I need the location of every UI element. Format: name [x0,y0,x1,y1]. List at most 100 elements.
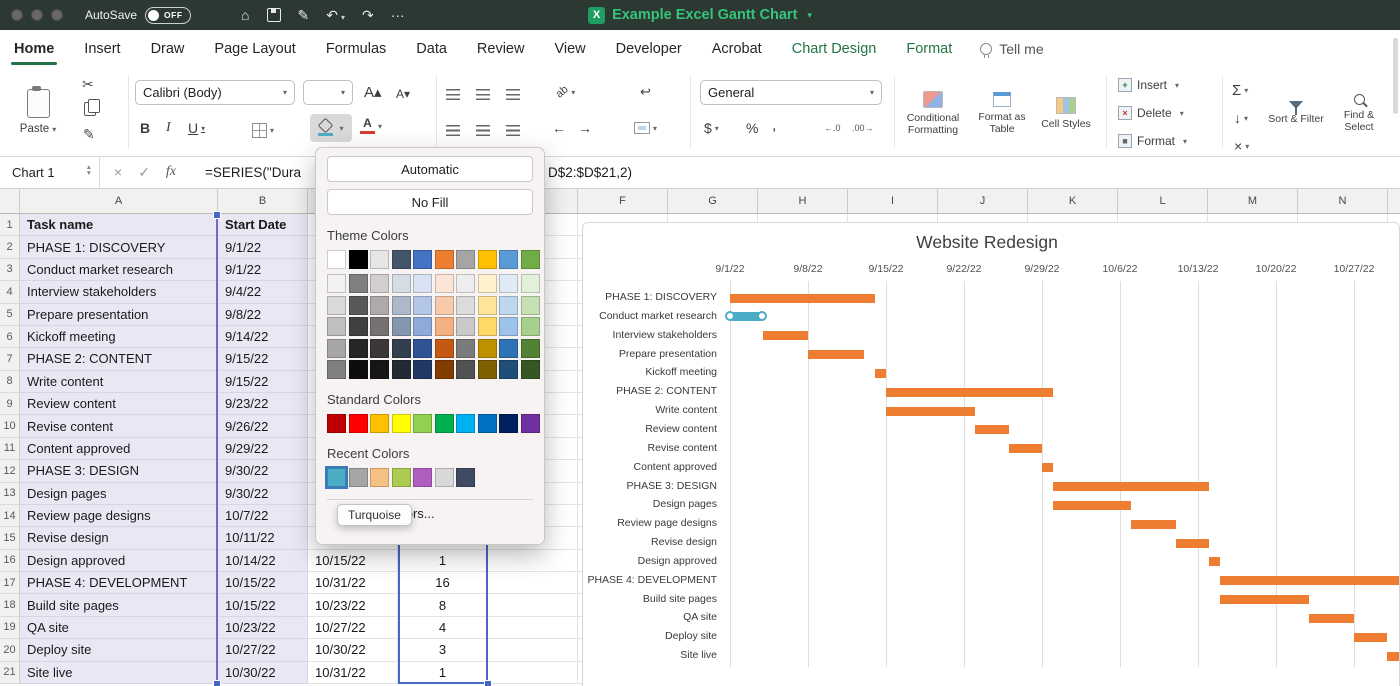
color-swatch-C00000[interactable] [327,414,346,433]
range-handle[interactable] [213,211,221,219]
gantt-bar-5[interactable] [875,369,886,378]
comma-style-button[interactable]: , [772,114,776,138]
cell-C18[interactable]: 10/23/22 [308,594,398,616]
color-swatch-3A3838[interactable] [370,339,389,358]
cell-E18[interactable] [488,594,578,616]
color-swatch-BFBFBF[interactable] [327,317,346,336]
col-header-B[interactable]: B [218,188,308,214]
increase-indent-button[interactable]: → [578,116,592,140]
color-swatch-808080[interactable] [327,360,346,379]
cell-B19[interactable]: 10/23/22 [218,617,308,639]
row-header-16[interactable]: 16 [0,550,20,572]
cell-A2[interactable]: PHASE 1: DISCOVERY [20,236,218,258]
cell-A17[interactable]: PHASE 4: DEVELOPMENT [20,572,218,594]
row-header-19[interactable]: 19 [0,617,20,639]
color-swatch-7F6000[interactable] [478,360,497,379]
gantt-bar-9[interactable] [1009,444,1042,453]
color-swatch-44546A[interactable] [392,250,411,269]
row-header-9[interactable]: 9 [0,393,20,415]
cell-B13[interactable]: 9/30/22 [218,483,308,505]
gantt-bar-8[interactable] [975,425,1008,434]
decrease-decimal-button[interactable]: .00→ [852,116,874,140]
font-size-select[interactable]: ▾ [303,80,353,105]
automatic-color-button[interactable]: Automatic [327,156,533,182]
cell-A18[interactable]: Build site pages [20,594,218,616]
row-header-10[interactable]: 10 [0,415,20,437]
color-swatch-D0CECE[interactable] [370,274,389,293]
color-swatch-FFE599[interactable] [478,296,497,315]
cell-B1[interactable]: Start Date [218,214,308,236]
color-swatch-808080[interactable] [349,274,368,293]
color-swatch-1F4E79[interactable] [499,360,518,379]
cell-A7[interactable]: PHASE 2: CONTENT [20,348,218,370]
color-swatch-00B0F0[interactable] [456,414,475,433]
gantt-bar-17[interactable] [1220,595,1309,604]
borders-button[interactable]: ▾ [252,118,274,142]
cell-E20[interactable] [488,639,578,661]
color-swatch-E7E6E6[interactable] [370,250,389,269]
align-center-button[interactable] [476,118,490,142]
color-swatch-538135[interactable] [521,339,540,358]
gantt-bar-13[interactable] [1131,520,1176,529]
color-swatch-FFC000[interactable] [370,414,389,433]
cell-B11[interactable]: 9/29/22 [218,438,308,460]
chart-title[interactable]: Website Redesign [687,232,1287,253]
color-swatch-F2F2F2[interactable] [327,274,346,293]
sheet-corner[interactable] [0,188,20,214]
gantt-bar-1[interactable] [730,294,875,303]
cell-B6[interactable]: 9/14/22 [218,326,308,348]
cell-E19[interactable] [488,617,578,639]
cell-A15[interactable]: Revise design [20,527,218,549]
cell-A14[interactable]: Review page designs [20,505,218,527]
cell-C19[interactable]: 10/27/22 [308,617,398,639]
conditional-formatting-button[interactable]: Conditional Formatting [900,74,966,152]
row-header-11[interactable]: 11 [0,438,20,460]
color-swatch-AEAAAA[interactable] [370,296,389,315]
cell-B7[interactable]: 9/15/22 [218,348,308,370]
color-swatch-FFFFFF[interactable] [327,250,346,269]
font-name-select[interactable]: Calibri (Body)▾ [135,80,295,105]
color-swatch-1F3864[interactable] [413,360,432,379]
cell-A16[interactable]: Design approved [20,550,218,572]
sort-filter-button[interactable]: Sort & Filter [1268,74,1324,152]
name-box[interactable]: Chart 1 ▲▼ [0,156,100,188]
gantt-bar-19[interactable] [1354,633,1387,642]
tab-data[interactable]: Data [416,30,447,68]
color-swatch-222B35[interactable] [392,360,411,379]
tab-draw[interactable]: Draw [151,30,185,68]
align-right-button[interactable] [506,118,520,142]
cell-A4[interactable]: Interview stakeholders [20,281,218,303]
gantt-bar-10[interactable] [1042,463,1053,472]
autosum-button[interactable]: Σ▾ [1232,78,1248,102]
cell-B4[interactable]: 9/4/22 [218,281,308,303]
more-toolbar-icon[interactable]: ··· [391,7,405,23]
insert-function-icon[interactable]: fx [166,164,176,180]
tab-format[interactable]: Format [906,30,952,68]
gantt-bar-18[interactable] [1309,614,1354,623]
color-swatch-BDD7EE[interactable] [499,296,518,315]
color-swatch-ADCB53[interactable] [392,468,411,487]
cell-C21[interactable]: 10/31/22 [308,662,398,684]
gantt-bar-14[interactable] [1176,539,1209,548]
range-fill-handle[interactable] [484,680,492,686]
color-swatch-525252[interactable] [456,360,475,379]
color-swatch-C45911[interactable] [435,339,454,358]
align-top-button[interactable] [446,82,460,106]
color-swatch-262626[interactable] [349,339,368,358]
font-color-button[interactable]: A ▾ [360,114,382,138]
cell-B3[interactable]: 9/1/22 [218,259,308,281]
color-swatch-404040[interactable] [349,317,368,336]
gantt-bar-12[interactable] [1053,501,1131,510]
color-swatch-4BACC6[interactable] [327,468,346,487]
color-swatch-161616[interactable] [370,360,389,379]
row-header-12[interactable]: 12 [0,460,20,482]
share-icon[interactable]: ✎ [298,7,310,24]
col-header-K[interactable]: K [1028,188,1118,214]
tab-acrobat[interactable]: Acrobat [712,30,762,68]
no-fill-button[interactable]: No Fill [327,189,533,215]
color-swatch-9DC3E8[interactable] [499,317,518,336]
tab-formulas[interactable]: Formulas [326,30,386,68]
cell-A21[interactable]: Site live [20,662,218,684]
formula-text-left[interactable]: =SERIES("Dura [205,156,301,188]
color-swatch-FFFF00[interactable] [392,414,411,433]
